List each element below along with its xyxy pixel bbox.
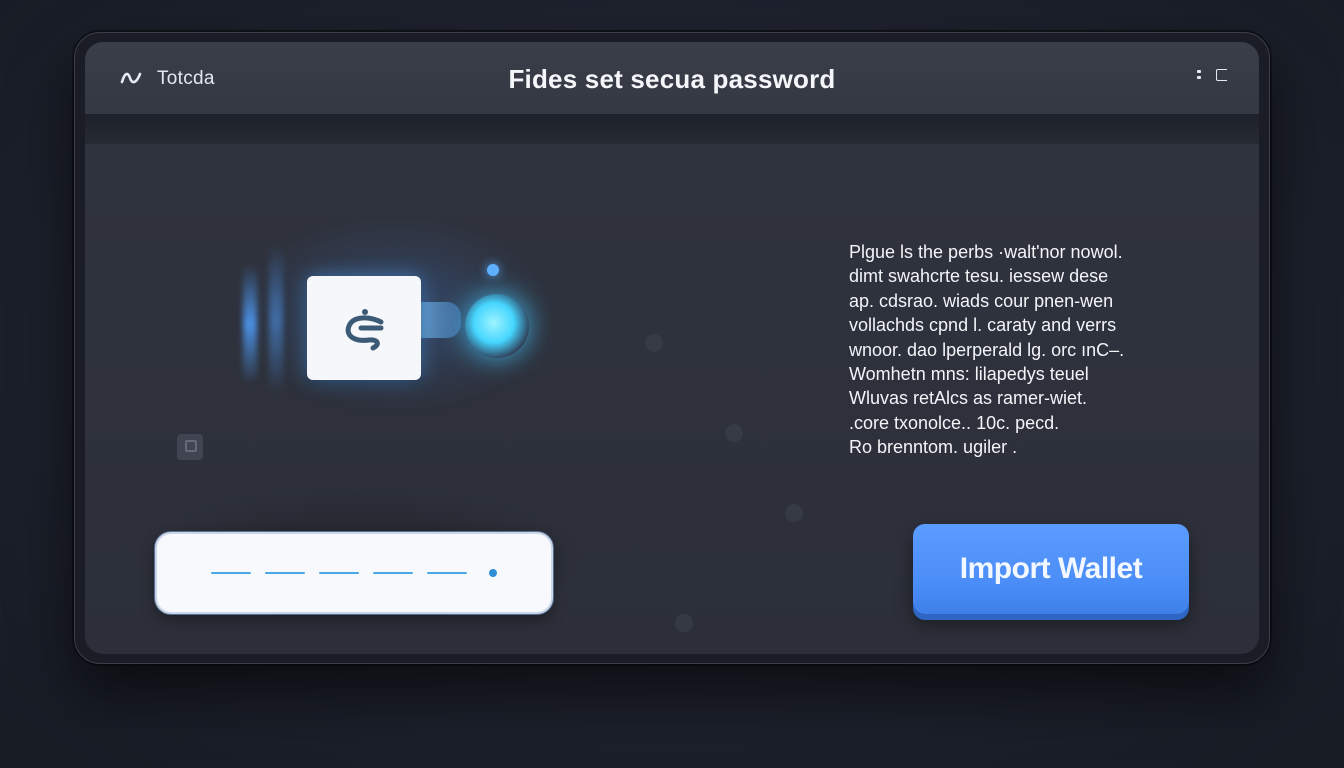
description-line: .core txonolce.. 10c. pecd. (849, 412, 1060, 433)
password-mask-char (211, 572, 251, 574)
more-icon[interactable] (1193, 68, 1205, 82)
glow-bar (243, 264, 257, 384)
description-line: ap. cdsrao. wiads cour pnen-wen (849, 290, 1114, 311)
description-line: Ro brenntom. ugiler . (849, 437, 1018, 458)
import-wallet-button[interactable]: Import Wallet (913, 524, 1189, 614)
title-bar: Totcda Fides set secua password (85, 42, 1259, 114)
glow-bar (269, 244, 283, 394)
password-mask-char (427, 572, 467, 574)
light-bulb-icon (465, 294, 529, 358)
description-line: Wluvas retAlcs as ramer-wiet. (849, 388, 1088, 409)
window-title: Fides set secua password (508, 64, 836, 94)
wallet-key-logo-icon (307, 276, 421, 380)
connector-shape (421, 302, 461, 338)
main-content: Plgue ls the perbs ·walt'nor nowol. dimt… (85, 144, 1259, 654)
password-mask-char (265, 572, 305, 574)
password-mask-char (373, 572, 413, 574)
background-speck (645, 334, 663, 352)
glow-dot (487, 264, 499, 276)
background-speck (725, 424, 743, 442)
app-window: Totcda Fides set secua password Plgue ls… (74, 32, 1270, 664)
file-icon (177, 434, 203, 460)
background-speck (675, 614, 693, 632)
description-line: vollachds cpnd l. caraty and verrs (849, 315, 1117, 336)
cursor-dot (489, 569, 497, 577)
description-line: dimt swahcrte tesu. iessew dese (849, 266, 1109, 287)
description-line: wnoor. dao lperperald lg. orc ınC–. (849, 339, 1125, 360)
password-mask-char (319, 572, 359, 574)
description-line: Plgue ls the perbs ·walt'nor nowol. (849, 242, 1123, 262)
window-body: Totcda Fides set secua password Plgue ls… (85, 42, 1259, 654)
restore-icon[interactable] (1215, 68, 1227, 82)
background-speck (785, 504, 803, 522)
description-text: Plgue ls the perbs ·walt'nor nowol. dimt… (849, 240, 1209, 460)
title-divider (85, 114, 1259, 144)
description-line: Womhetn mns: lilapedys teuel (849, 364, 1089, 385)
password-input[interactable] (155, 532, 553, 614)
window-controls (1193, 68, 1227, 82)
